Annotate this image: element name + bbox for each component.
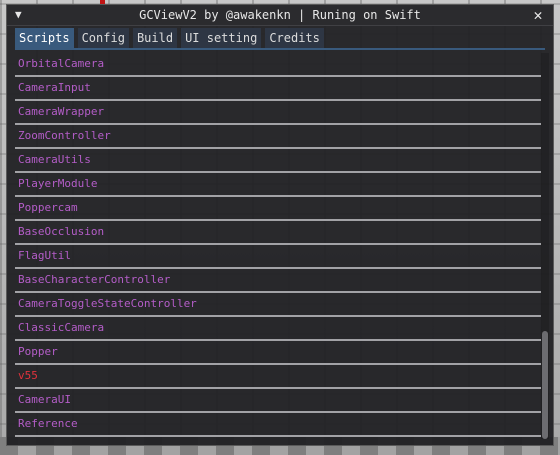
list-item[interactable]: BaseCharacterController: [15, 269, 541, 293]
list-item[interactable]: BaseOcclusion: [15, 221, 541, 245]
list-item[interactable]: CameraUI: [15, 389, 541, 413]
list-item[interactable]: CameraToggleStateController: [15, 293, 541, 317]
script-name[interactable]: PlayerModule: [18, 177, 97, 190]
window-title: GCViewV2 by @awakenkn | Runing on Swift: [139, 8, 421, 22]
script-name[interactable]: Reference: [18, 417, 78, 430]
list-item[interactable]: CameraUtils: [15, 149, 541, 173]
list-item[interactable]: ClassicCamera: [15, 317, 541, 341]
scrollbar[interactable]: [541, 53, 549, 439]
list-item[interactable]: Popper: [15, 341, 541, 365]
list-item[interactable]: CameraWrapper: [15, 101, 541, 125]
list-item[interactable]: OrbitalCamera: [15, 53, 541, 77]
list-item[interactable]: v55: [15, 365, 541, 389]
script-name[interactable]: v55: [18, 369, 38, 382]
script-name[interactable]: ClassicCamera: [18, 321, 104, 334]
collapse-triangle-icon[interactable]: ▼: [15, 8, 27, 22]
tab-build[interactable]: Build: [132, 28, 178, 48]
list-item[interactable]: ZoomController: [15, 125, 541, 149]
script-name[interactable]: OrbitalCamera: [18, 57, 104, 70]
script-name[interactable]: BaseCharacterController: [18, 273, 170, 286]
close-icon[interactable]: ✕: [531, 7, 545, 23]
scrollbar-thumb[interactable]: [542, 330, 548, 439]
tab-config[interactable]: Config: [77, 28, 129, 48]
row-separator: [15, 435, 541, 437]
script-name[interactable]: ZoomController: [18, 129, 111, 142]
script-name[interactable]: Poppercam: [18, 201, 78, 214]
script-list: OrbitalCamera CameraInput CameraWrapper Zoo…: [15, 53, 541, 439]
list-item[interactable]: Poppercam: [15, 197, 541, 221]
tab-ui-setting[interactable]: UI setting: [181, 28, 262, 48]
list-item[interactable]: CameraInput: [15, 77, 541, 101]
script-name[interactable]: CameraUtils: [18, 153, 91, 166]
script-name[interactable]: BaseOcclusion: [18, 225, 104, 238]
script-name[interactable]: FlagUtil: [18, 249, 71, 262]
gcview-window: ▼ GCViewV2 by @awakenkn | Runing on Swif…: [6, 4, 554, 446]
tab-underline: [15, 48, 545, 50]
tab-bar: Scripts Config Build UI setting Credits: [15, 28, 545, 48]
script-name[interactable]: CameraToggleStateController: [18, 297, 197, 310]
list-item[interactable]: PlayerModule: [15, 173, 541, 197]
window-titlebar[interactable]: ▼ GCViewV2 by @awakenkn | Runing on Swif…: [7, 5, 553, 26]
script-name[interactable]: CameraWrapper: [18, 105, 104, 118]
script-name[interactable]: CameraUI: [18, 393, 71, 406]
list-item[interactable]: Reference: [15, 413, 541, 437]
tab-credits[interactable]: Credits: [265, 28, 324, 48]
tab-scripts[interactable]: Scripts: [15, 28, 74, 48]
script-name[interactable]: Popper: [18, 345, 58, 358]
script-name[interactable]: CameraInput: [18, 81, 91, 94]
list-item[interactable]: FlagUtil: [15, 245, 541, 269]
